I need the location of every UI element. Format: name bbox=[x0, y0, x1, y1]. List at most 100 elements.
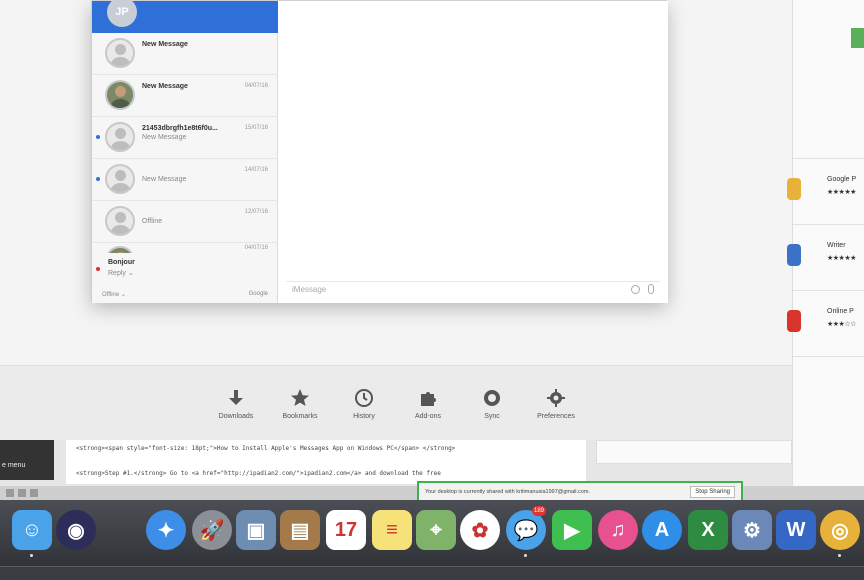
code-line: <strong><span style="font-size: 18pt;">H… bbox=[76, 445, 456, 452]
finder-icon[interactable]: ☺ bbox=[12, 510, 52, 550]
toolbar-sync-button[interactable]: Sync bbox=[467, 387, 517, 420]
avatar-body bbox=[110, 99, 131, 108]
maps-icon[interactable]: ⌖ bbox=[416, 510, 456, 550]
unread-dot bbox=[96, 177, 100, 181]
messages-icon[interactable]: 💬 bbox=[506, 510, 546, 550]
current-status-row[interactable]: Bonjour Reply ⌄ bbox=[92, 247, 278, 287]
itunes-icon[interactable]: ♫ bbox=[598, 510, 638, 550]
account-label: Google bbox=[248, 291, 268, 297]
conversation-item[interactable]: New Message 14/07/16 bbox=[92, 159, 278, 201]
code-line: <strong>Step #1.</strong> Go to <a href=… bbox=[76, 470, 441, 477]
toolbar-label: Sync bbox=[484, 412, 500, 420]
facetime-icon[interactable]: ▶ bbox=[552, 510, 592, 550]
dock: ☺ ◉ ✦ 🚀 ▣ ▤ 17 ≡ ⌖ ✿ 💬 ▶ ♫ A X ⚙ W ◎ 189 bbox=[0, 500, 864, 580]
emoji-icon[interactable] bbox=[631, 285, 640, 294]
app-rating: ★★★★★ bbox=[827, 189, 856, 196]
status-state: Reply ⌄ bbox=[108, 270, 134, 277]
avatar-body bbox=[110, 183, 131, 192]
toolbar-downloads-button[interactable]: Downloads bbox=[211, 387, 261, 420]
app-store-icon[interactable]: A bbox=[642, 510, 682, 550]
avatar-head bbox=[115, 212, 126, 223]
conversation-title: New Message bbox=[142, 83, 188, 90]
conversation-date: 12/07/16 bbox=[244, 209, 268, 215]
launchpad-icon[interactable]: 🚀 bbox=[192, 510, 232, 550]
toolbar-label: Preferences bbox=[537, 412, 575, 420]
gear-icon bbox=[545, 387, 567, 409]
message-placeholder: iMessage bbox=[292, 285, 327, 294]
active-conversation[interactable]: JP bbox=[92, 0, 278, 33]
conversation-item[interactable]: New Message 04/07/16 bbox=[92, 75, 278, 117]
avatar bbox=[105, 206, 135, 236]
app-name: Online P bbox=[827, 308, 854, 315]
siri-icon[interactable]: ◉ bbox=[56, 510, 96, 550]
toolbar-addons-button[interactable]: Add-ons bbox=[403, 387, 453, 420]
photos-icon[interactable]: ✿ bbox=[460, 510, 500, 550]
toolbar-label: Add-ons bbox=[414, 412, 442, 420]
contacts-icon[interactable]: ▤ bbox=[280, 510, 320, 550]
toolbar-label: Downloads bbox=[218, 412, 254, 420]
toolbar-preferences-button[interactable]: Preferences bbox=[531, 387, 581, 420]
avatar-body bbox=[110, 141, 131, 150]
conversation-item[interactable]: New Message bbox=[92, 33, 278, 75]
word-icon[interactable]: W bbox=[776, 510, 816, 550]
download-icon bbox=[225, 387, 247, 409]
conversation-date: 04/07/16 bbox=[244, 83, 268, 89]
stop-sharing-button[interactable]: Stop Sharing bbox=[690, 486, 735, 498]
avatar-body bbox=[110, 225, 131, 234]
share-message: Your desktop is currently shared with kr… bbox=[425, 489, 590, 495]
conversation-item[interactable]: 21453dbrgfh1e8t6f0u... New Message 15/07… bbox=[92, 117, 278, 159]
running-indicator bbox=[838, 554, 841, 557]
messages-window: JP 04/07/16 Bonjour Reply ⌄ Offline ⌄ Go… bbox=[91, 0, 668, 303]
code-pane[interactable]: <strong><span style="font-size: 18pt;">H… bbox=[66, 440, 586, 484]
toolbar-bookmarks-button[interactable]: Bookmarks bbox=[275, 387, 325, 420]
messages-badge: 189 bbox=[532, 506, 547, 516]
conversation-list: JP 04/07/16 Bonjour Reply ⌄ Offline ⌄ Go… bbox=[92, 0, 278, 303]
puzzle-icon bbox=[417, 387, 439, 409]
avatar-head bbox=[115, 44, 126, 55]
conversation-preview: New Message bbox=[142, 134, 187, 141]
dock-shelf bbox=[0, 566, 864, 580]
avatar: JP bbox=[107, 0, 137, 27]
running-indicator bbox=[524, 554, 527, 557]
editor-side-pane bbox=[596, 440, 792, 464]
app-listing[interactable]: Online P ★★★☆☆ bbox=[787, 290, 864, 356]
clock-icon bbox=[353, 387, 375, 409]
green-button[interactable] bbox=[851, 28, 864, 48]
avatar-head bbox=[115, 170, 126, 181]
conversation-title: 21453dbrgfh1e8t6f0u... bbox=[142, 125, 218, 132]
editor-sidebar-label[interactable]: e menu bbox=[2, 462, 25, 469]
avatar bbox=[105, 80, 135, 110]
calendar-icon[interactable]: 17 bbox=[326, 510, 366, 550]
preview-icon[interactable]: ▣ bbox=[236, 510, 276, 550]
status-icon bbox=[18, 489, 26, 497]
conversation-item[interactable]: Offline 12/07/16 bbox=[92, 201, 278, 243]
app-icon bbox=[787, 310, 801, 332]
avatar bbox=[105, 38, 135, 68]
right-panel: Google P ★★★★★ Writer ★★★★★ Online P ★★★… bbox=[787, 0, 864, 500]
microphone-icon[interactable] bbox=[648, 284, 654, 294]
avatar-head bbox=[115, 128, 126, 139]
notes-icon[interactable]: ≡ bbox=[372, 510, 412, 550]
app-name: Google P bbox=[827, 176, 857, 183]
conversation-title: New Message bbox=[142, 41, 188, 48]
app-rating: ★★★★★ bbox=[827, 255, 856, 262]
message-input[interactable]: iMessage bbox=[286, 281, 660, 297]
toolbar-label: History bbox=[353, 412, 375, 420]
conversation-date: 15/07/16 bbox=[244, 125, 268, 131]
system-preferences-icon[interactable]: ⚙ bbox=[732, 510, 772, 550]
availability-menu[interactable]: Offline ⌄ bbox=[102, 291, 126, 298]
chrome-icon[interactable]: ◎ bbox=[820, 510, 860, 550]
app-listing[interactable]: Google P ★★★★★ bbox=[787, 158, 864, 224]
star-icon bbox=[289, 387, 311, 409]
status-dot bbox=[96, 267, 100, 271]
app-listing[interactable]: Writer ★★★★★ bbox=[787, 224, 864, 290]
toolbar-label: Bookmarks bbox=[282, 412, 318, 420]
avatar bbox=[105, 122, 135, 152]
sync-icon bbox=[481, 387, 503, 409]
status-name: Bonjour bbox=[108, 259, 135, 266]
excel-icon[interactable]: X bbox=[688, 510, 728, 550]
safari-icon[interactable]: ✦ bbox=[146, 510, 186, 550]
toolbar-history-button[interactable]: History bbox=[339, 387, 389, 420]
app-icon bbox=[787, 244, 801, 266]
conversation-preview: New Message bbox=[142, 176, 187, 183]
